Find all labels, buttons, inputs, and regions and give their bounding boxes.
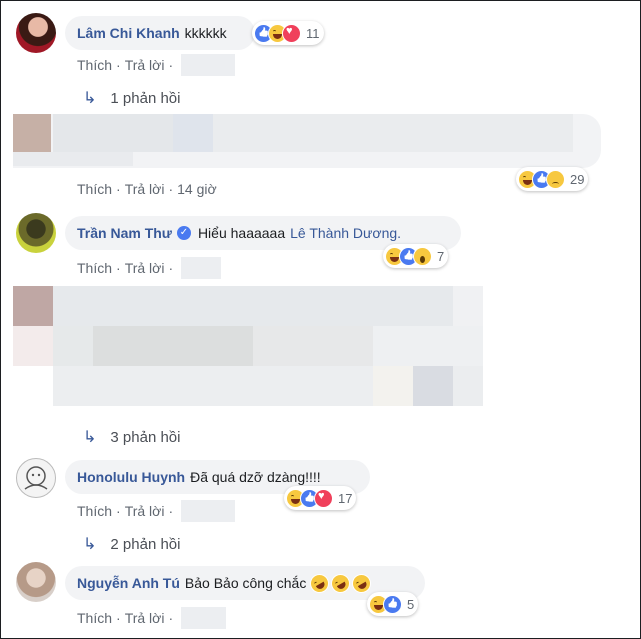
comment-actions: Thích · Trả lời · xyxy=(77,257,222,279)
comment-text: kkkkkk xyxy=(184,25,227,41)
blurred-block xyxy=(13,114,51,152)
reply-link[interactable]: Trả lời xyxy=(125,57,165,73)
blurred-block xyxy=(93,326,253,366)
separator: · xyxy=(168,260,174,276)
avatar[interactable] xyxy=(16,13,56,53)
reaction-summary[interactable]: 29 xyxy=(516,167,589,191)
comment-author[interactable]: Honolulu Huynh xyxy=(77,469,185,485)
reaction-count: 11 xyxy=(306,25,320,41)
sketch-avatar-icon xyxy=(24,466,48,490)
reaction-count: 17 xyxy=(338,490,353,506)
reply-arrow-icon: ↳ xyxy=(83,90,97,107)
separator: · xyxy=(116,181,121,197)
reaction-summary[interactable]: 7 xyxy=(383,244,449,268)
comment-actions: Thích · Trả lời · xyxy=(77,500,236,522)
like-link[interactable]: Thích xyxy=(77,260,112,276)
blurred-timestamp xyxy=(181,500,236,522)
like-link[interactable]: Thích xyxy=(77,503,112,519)
separator: · xyxy=(116,610,121,626)
replies-count: 2 phản hồi xyxy=(110,535,181,553)
love-icon xyxy=(314,488,333,508)
blurred-timestamp xyxy=(181,607,227,629)
blurred-block xyxy=(53,286,453,326)
blurred-block xyxy=(453,366,483,406)
comment-thread: Lâm Chi Khanh kkkkkk 11 Thích · Trả lời … xyxy=(0,0,641,639)
blurred-block xyxy=(53,366,373,406)
timestamp[interactable]: 14 giờ xyxy=(177,181,217,197)
blurred-block xyxy=(373,326,483,366)
rofl-emoji-icon xyxy=(348,570,375,596)
reaction-summary[interactable]: 11 xyxy=(252,21,324,45)
reply-arrow-icon: ↳ xyxy=(83,429,97,446)
comment-author[interactable]: Trần Nam Thư xyxy=(77,225,172,241)
blurred-timestamp xyxy=(181,54,236,76)
reaction-count: 5 xyxy=(407,596,415,612)
blurred-block xyxy=(453,286,483,326)
reply-arrow-icon: ↳ xyxy=(83,536,97,553)
comment-text: Hiểu haaaaaa xyxy=(197,225,286,241)
like-link[interactable]: Thích xyxy=(77,181,112,197)
blurred-timestamp xyxy=(181,257,222,279)
rofl-emoji-icon xyxy=(306,570,333,596)
reaction-summary[interactable]: 5 xyxy=(367,592,419,616)
separator: · xyxy=(168,181,174,197)
comment-actions: Thích · Trả lời · xyxy=(77,607,227,629)
comment-text: Đã quá dzỡ dzàng!!!! xyxy=(190,469,321,485)
avatar[interactable] xyxy=(16,213,56,253)
reply-link[interactable]: Trả lời xyxy=(125,260,165,276)
separator: · xyxy=(168,57,174,73)
blurred-block xyxy=(13,152,133,166)
mention-link[interactable]: Lê Thành Dương. xyxy=(290,225,401,241)
replies-count: 3 phản hồi xyxy=(110,428,181,446)
wow-icon xyxy=(413,246,432,266)
reaction-count: 7 xyxy=(437,248,445,264)
view-replies-link[interactable]: ↳ 3 phản hồi xyxy=(83,427,180,447)
reaction-summary[interactable]: 17 xyxy=(284,486,357,510)
blurred-block xyxy=(373,366,413,406)
separator: · xyxy=(116,260,121,276)
separator: · xyxy=(168,503,174,519)
like-icon xyxy=(383,594,402,614)
reply-link[interactable]: Trả lời xyxy=(125,181,165,197)
view-replies-link[interactable]: ↳ 1 phản hồi xyxy=(83,88,180,108)
blurred-block xyxy=(173,114,213,152)
reaction-count: 29 xyxy=(570,171,585,187)
blurred-block xyxy=(413,366,453,406)
avatar[interactable] xyxy=(16,458,56,498)
blurred-block xyxy=(13,326,53,366)
comment-author[interactable]: Nguyễn Anh Tú xyxy=(77,575,180,591)
like-link[interactable]: Thích xyxy=(77,57,112,73)
view-replies-link[interactable]: ↳ 2 phản hồi xyxy=(83,534,180,554)
separator: · xyxy=(116,503,121,519)
love-icon xyxy=(282,23,301,43)
comment-author[interactable]: Lâm Chi Khanh xyxy=(77,25,180,41)
separator: · xyxy=(116,57,121,73)
separator: · xyxy=(168,610,174,626)
blurred-block xyxy=(213,114,573,152)
comment-text: Bảo Bảo công chắc xyxy=(184,575,307,591)
replies-count: 1 phản hồi xyxy=(110,89,181,107)
comment-actions: Thích · Trả lời · xyxy=(77,54,236,76)
comment-bubble: Lâm Chi Khanh kkkkkk xyxy=(65,16,255,50)
blurred-block xyxy=(253,326,373,366)
rofl-emoji-icon xyxy=(327,570,354,596)
reply-link[interactable]: Trả lời xyxy=(125,503,165,519)
sad-icon xyxy=(546,169,565,189)
avatar[interactable] xyxy=(16,562,56,602)
blurred-avatar xyxy=(13,286,53,326)
blurred-block xyxy=(53,326,93,366)
reply-link[interactable]: Trả lời xyxy=(125,610,165,626)
like-link[interactable]: Thích xyxy=(77,610,112,626)
comment-actions: Thích · Trả lời · 14 giờ xyxy=(77,181,217,197)
verified-badge-icon: ✓ xyxy=(176,226,191,240)
blurred-block xyxy=(53,114,173,152)
